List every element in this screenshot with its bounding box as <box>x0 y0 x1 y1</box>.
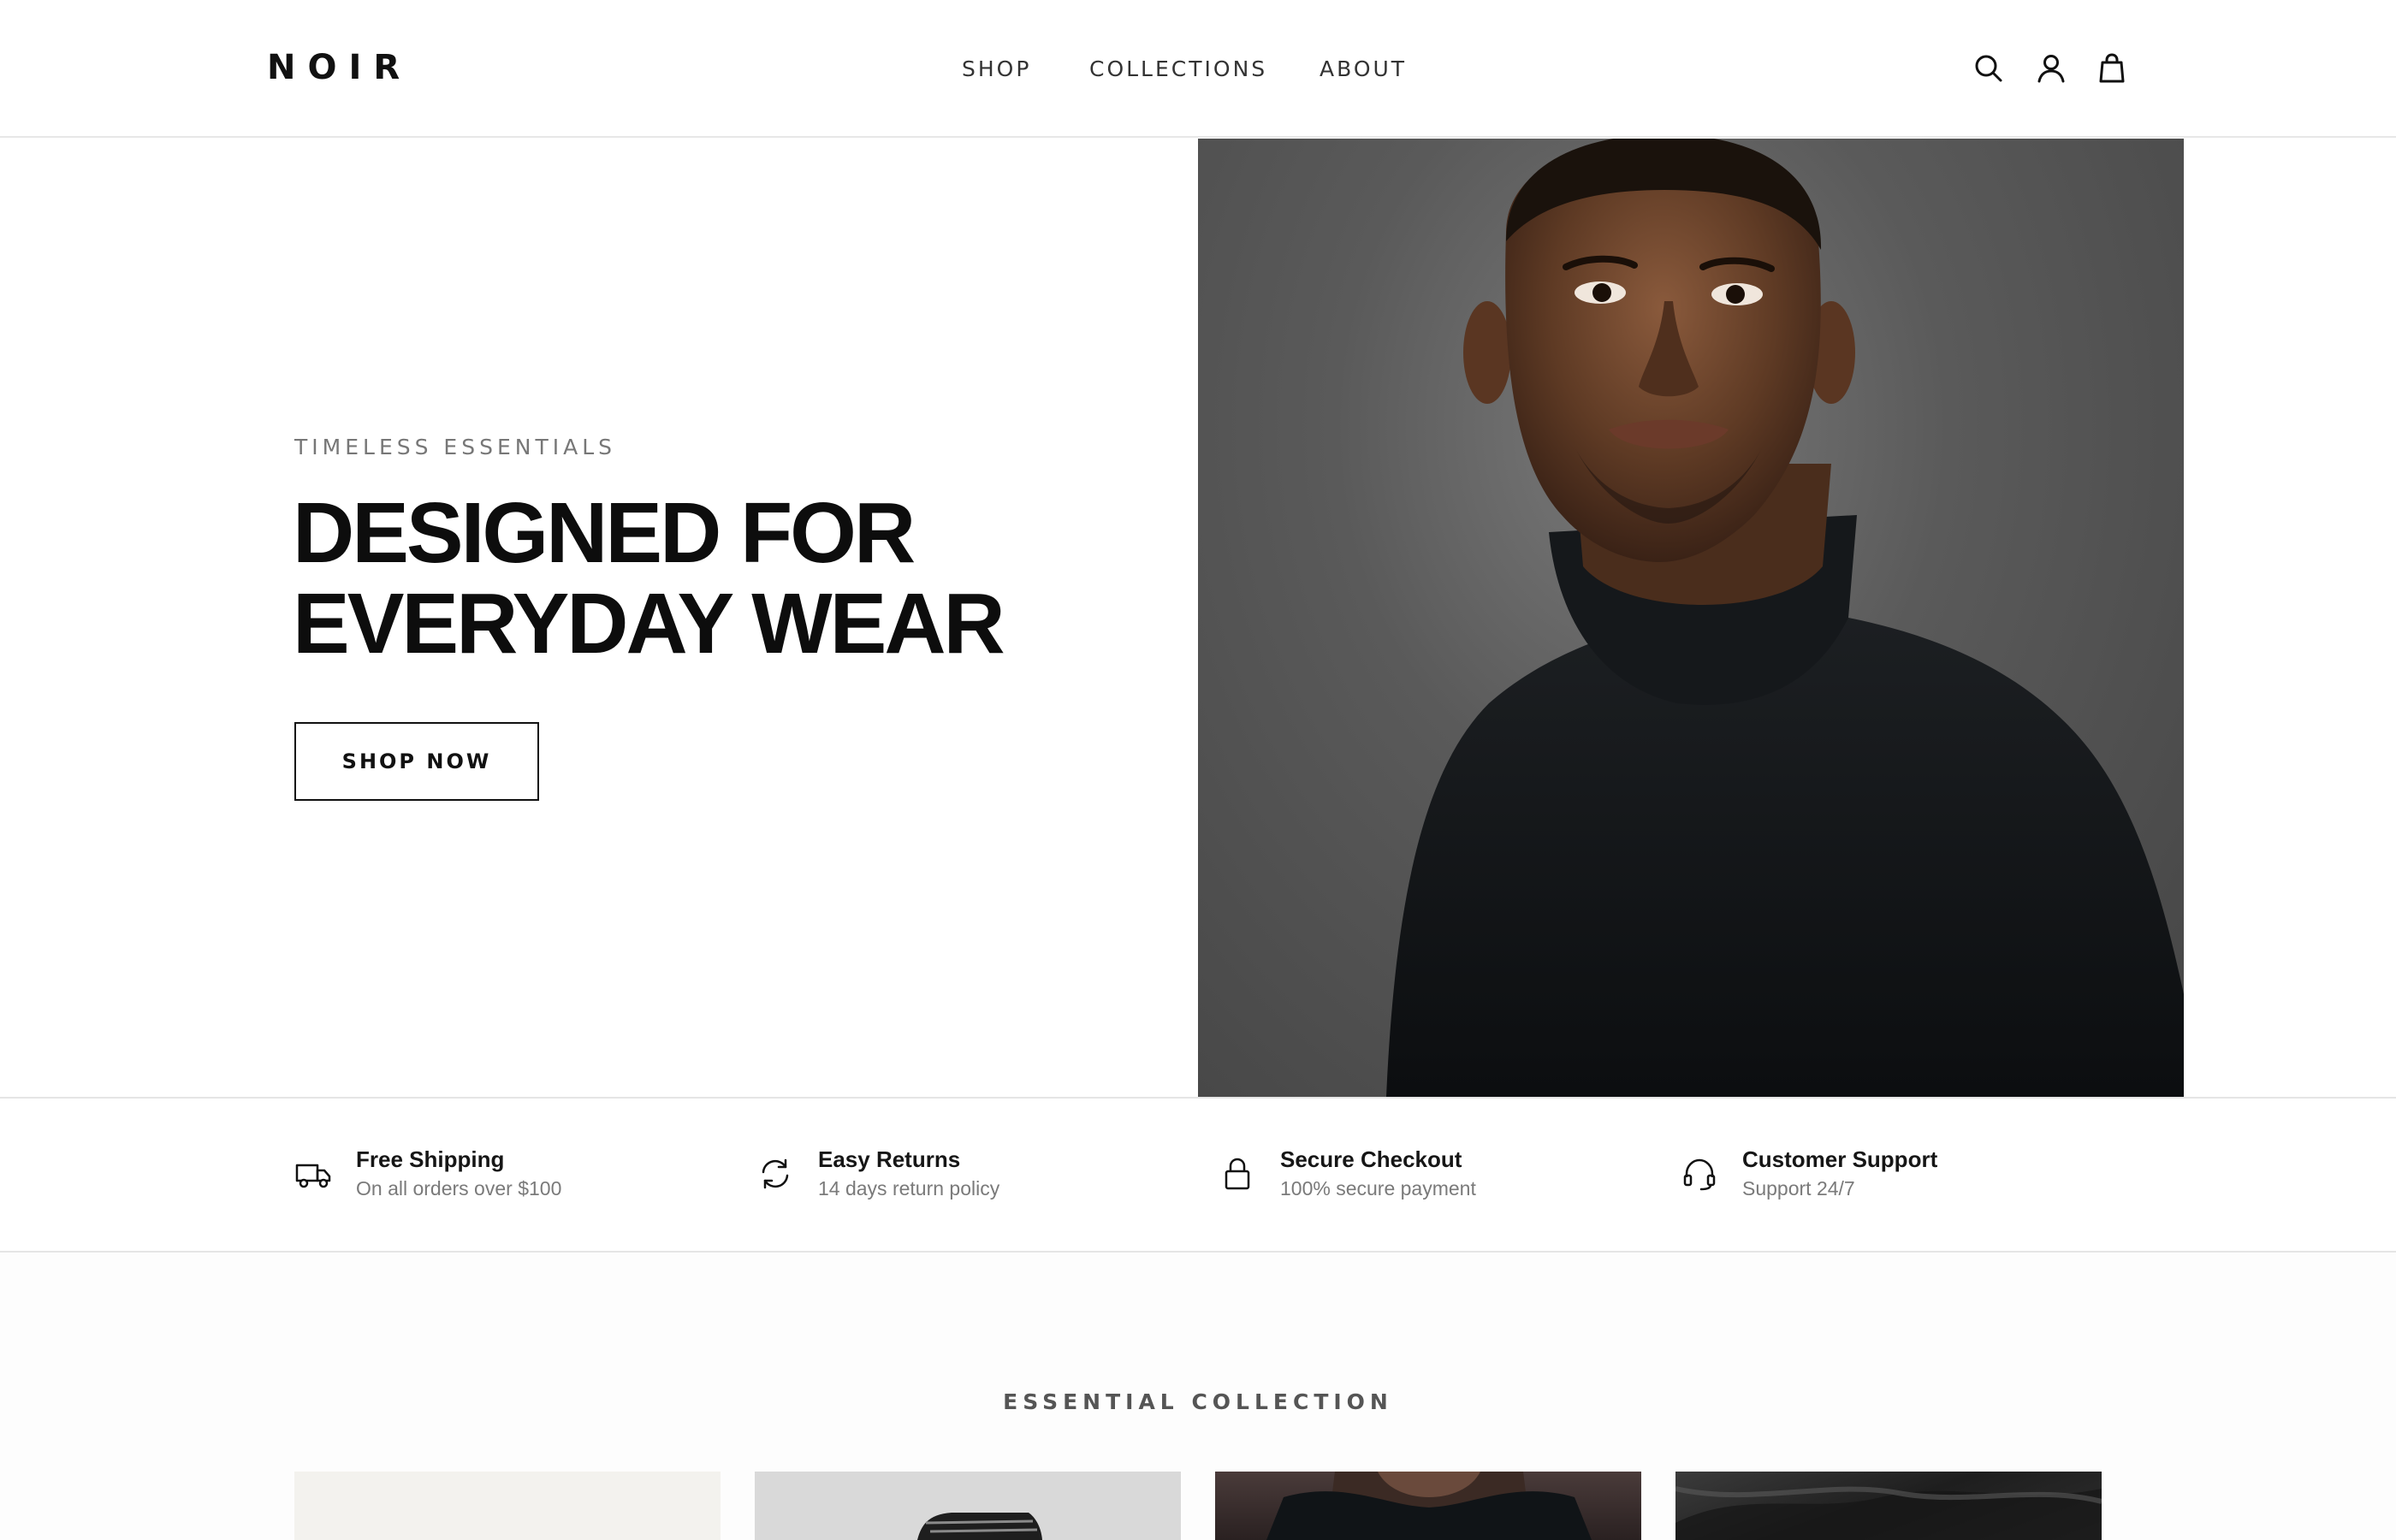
hero-model-photo <box>1198 139 2184 1097</box>
nav-collections[interactable]: COLLECTIONS <box>1089 56 1267 81</box>
product-card[interactable] <box>1215 1472 1641 1540</box>
hero-section: TIMELESS ESSENTIALS DESIGNED FOR EVERYDA… <box>0 139 2396 1097</box>
hero-headline-line-2: EVERYDAY WEAR <box>293 576 1005 672</box>
model-illustration <box>1386 139 2184 1097</box>
truck-icon <box>294 1155 332 1193</box>
feature-subtitle: 100% secure payment <box>1280 1177 1476 1199</box>
product-card[interactable] <box>294 1472 721 1540</box>
product-card[interactable] <box>755 1472 1181 1540</box>
shop-now-button[interactable]: SHOP NOW <box>294 722 539 801</box>
collection-heading: ESSENTIAL COLLECTION <box>1003 1389 1393 1414</box>
feature-subtitle: On all orders over $100 <box>356 1177 562 1199</box>
shopping-bag-icon[interactable] <box>2095 51 2129 86</box>
hero-eyebrow: TIMELESS ESSENTIALS <box>294 435 616 459</box>
hero-headline: DESIGNED FOR EVERYDAY WEAR <box>293 488 1063 669</box>
lock-icon <box>1219 1155 1256 1193</box>
nav-shop[interactable]: SHOP <box>962 56 1031 81</box>
site-header: NOIR SHOP COLLECTIONS ABOUT <box>0 0 2396 138</box>
feature-title: Easy Returns <box>818 1146 961 1172</box>
features-bar: Free Shipping On all orders over $100 Ea… <box>0 1097 2396 1253</box>
search-icon[interactable] <box>1972 51 2006 86</box>
shoe-image <box>917 1513 1042 1540</box>
feature-subtitle: 14 days return policy <box>818 1177 1000 1199</box>
hero-headline-line-1: DESIGNED FOR <box>293 485 916 581</box>
feature-title: Free Shipping <box>356 1146 505 1172</box>
user-icon[interactable] <box>2034 51 2068 86</box>
feature-subtitle: Support 24/7 <box>1742 1177 1855 1199</box>
feature-title: Customer Support <box>1742 1146 1938 1172</box>
headset-icon <box>1681 1155 1718 1193</box>
nav-about[interactable]: ABOUT <box>1320 56 1407 81</box>
fabric-image <box>1675 1486 2102 1540</box>
product-card[interactable] <box>1675 1472 2102 1540</box>
model-tshirt-image <box>1266 1472 1592 1540</box>
feature-title: Secure Checkout <box>1280 1146 1462 1172</box>
refresh-icon <box>756 1155 794 1193</box>
